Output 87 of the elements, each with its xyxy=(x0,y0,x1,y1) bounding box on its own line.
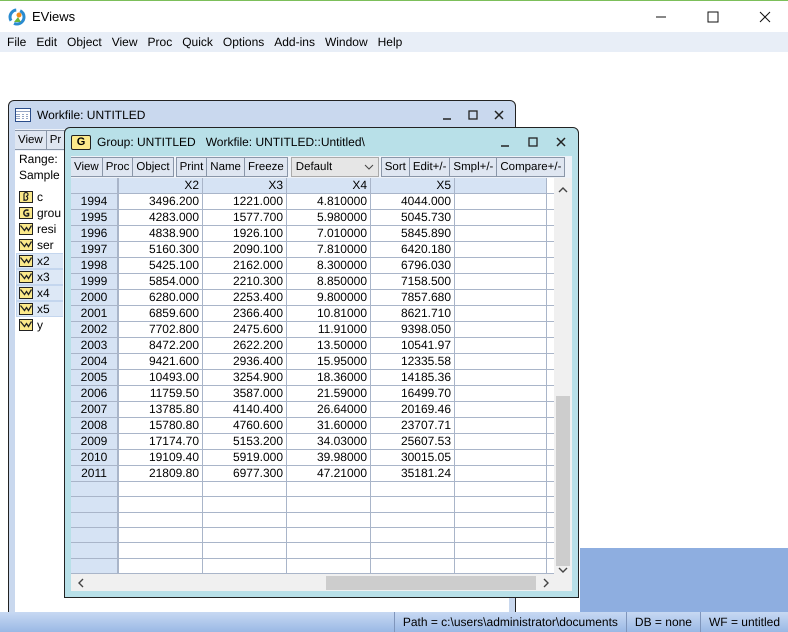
row-header: 1994 xyxy=(71,194,119,209)
toolbar-button[interactable]: Edit+/- xyxy=(408,157,450,177)
menu-item[interactable]: Quick xyxy=(177,35,218,49)
row-header: 1998 xyxy=(71,258,119,273)
menu-item[interactable]: Window xyxy=(320,35,373,49)
toolbar-button[interactable]: View xyxy=(15,130,47,150)
object-item[interactable]: y xyxy=(16,317,63,333)
status-text: WF = untitled xyxy=(700,612,788,632)
object-item[interactable]: x3 xyxy=(16,269,63,285)
range-label: Range: xyxy=(18,151,59,167)
group-title: Group: UNTITLED Workfile: UNTITLED::Untitled\ xyxy=(97,135,366,149)
toolbar-button[interactable]: Name xyxy=(206,157,245,177)
row-header: 1997 xyxy=(71,242,119,257)
menu-item[interactable]: Add-ins xyxy=(269,35,320,49)
object-item[interactable]: ser xyxy=(16,237,63,253)
row-header: 2002 xyxy=(71,322,119,337)
row-header: 2004 xyxy=(71,354,119,369)
group-badge: G xyxy=(71,134,91,150)
toolbar-button[interactable]: Sort xyxy=(380,157,410,177)
object-item[interactable]: x2 xyxy=(16,253,63,269)
window-title: EViews xyxy=(32,9,76,24)
menu-item[interactable]: Edit xyxy=(31,35,62,49)
close-icon[interactable] xyxy=(556,137,566,147)
workfile-icon xyxy=(15,108,31,122)
maximize-icon[interactable] xyxy=(528,137,538,147)
series-icon xyxy=(19,303,33,315)
column-header: X3 xyxy=(203,178,287,193)
row-header: 2008 xyxy=(71,418,119,433)
beta-icon xyxy=(19,191,33,203)
column-header: X5 xyxy=(371,178,455,193)
object-item[interactable]: grou xyxy=(16,205,63,221)
app-logo-icon xyxy=(8,8,26,26)
series-icon xyxy=(19,287,33,299)
row-header: 2007 xyxy=(71,402,119,417)
scroll-down-icon[interactable] xyxy=(558,566,568,574)
row-header: 2003 xyxy=(71,338,119,353)
series-icon xyxy=(19,255,33,267)
row-header: 2009 xyxy=(71,434,119,449)
scroll-up-icon[interactable] xyxy=(558,186,568,194)
status-text: DB = none xyxy=(626,612,700,632)
object-item[interactable]: x4 xyxy=(16,285,63,301)
row-header: 2011 xyxy=(71,466,119,481)
close-icon[interactable] xyxy=(759,10,771,22)
scroll-left-icon[interactable] xyxy=(77,578,85,588)
toolbar-button[interactable]: Print xyxy=(176,157,208,177)
menu-item[interactable]: View xyxy=(106,35,143,49)
menu-item[interactable]: Object xyxy=(62,35,107,49)
row-header: 2001 xyxy=(71,306,119,321)
maximize-icon[interactable] xyxy=(707,10,719,22)
toolbar-button[interactable]: Smpl+/- xyxy=(449,157,498,177)
object-item[interactable]: resi xyxy=(16,221,63,237)
toolbar-button[interactable]: Freeze xyxy=(244,157,288,177)
menu-item[interactable]: Help xyxy=(372,35,408,49)
menu-item[interactable]: File xyxy=(2,35,32,49)
status-text: Path = c:\users\administrator\documents xyxy=(394,612,626,632)
row-header: 2005 xyxy=(71,370,119,385)
vertical-scrollbar[interactable] xyxy=(554,178,572,574)
column-header: X4 xyxy=(287,178,371,193)
menu-item[interactable]: Proc xyxy=(142,35,178,49)
row-header: 2006 xyxy=(71,386,119,401)
toolbar-button[interactable]: Object xyxy=(132,157,174,177)
view-select[interactable]: Default xyxy=(290,157,379,177)
horizontal-scrollbar[interactable] xyxy=(71,574,572,591)
column-header: X2 xyxy=(119,178,203,193)
toolbar-button[interactable]: Proc xyxy=(102,157,134,177)
object-item[interactable]: c xyxy=(16,189,63,205)
menu-item[interactable]: Options xyxy=(218,35,270,49)
toolbar-button[interactable]: Compare+/- xyxy=(496,157,566,177)
toolbar-button[interactable]: View xyxy=(71,157,103,177)
close-icon[interactable] xyxy=(494,110,504,120)
object-item[interactable]: x5 xyxy=(16,301,63,317)
series-icon xyxy=(19,271,33,283)
scroll-right-icon[interactable] xyxy=(542,578,550,588)
row-header: 2010 xyxy=(71,450,119,465)
sample-label: Sample xyxy=(18,167,61,183)
series-icon xyxy=(19,319,33,331)
row-header: 2000 xyxy=(71,290,119,305)
group-icon xyxy=(19,207,33,219)
row-header: 1995 xyxy=(71,210,119,225)
workfile-title: Workfile: UNTITLED xyxy=(37,108,146,122)
caret-icon[interactable] xyxy=(364,164,374,170)
row-header: 1996 xyxy=(71,226,119,241)
series-icon xyxy=(19,223,33,235)
row-header: 1999 xyxy=(71,274,119,289)
series-icon xyxy=(19,239,33,251)
toolbar-button[interactable]: Pr xyxy=(46,130,66,150)
maximize-icon[interactable] xyxy=(468,110,478,120)
